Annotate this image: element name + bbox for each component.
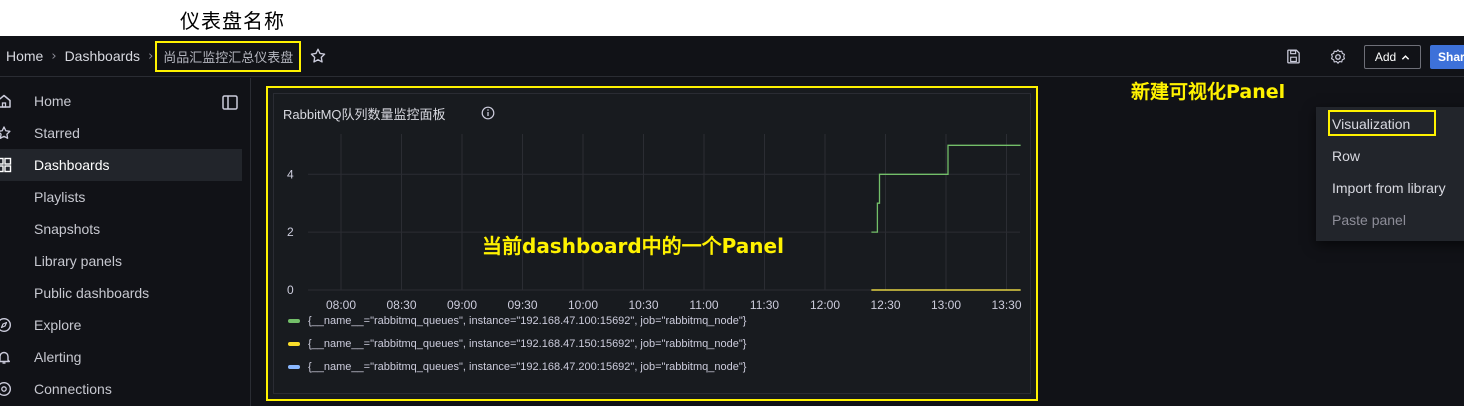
menu-item-visualization[interactable]: Visualization (1328, 110, 1436, 136)
share-button[interactable]: Shar (1430, 45, 1464, 69)
y-tick-label: 0 (287, 283, 294, 297)
sidebar-item-snapshots[interactable]: Snapshots (0, 213, 242, 245)
sidebar-item-library-panels[interactable]: Library panels (0, 245, 242, 277)
x-tick-label: 11:30 (750, 298, 779, 312)
legend-item[interactable]: {__name__="rabbitmq_queues", instance="1… (288, 315, 746, 327)
breadcrumb-home[interactable]: Home (6, 48, 43, 64)
breadcrumb-current-dashboard[interactable]: 尚品汇监控汇总仪表盘 (155, 40, 302, 72)
add-button-label: Add (1374, 50, 1397, 64)
x-tick-label: 10:00 (568, 298, 598, 312)
x-tick-label: 11:00 (689, 298, 718, 312)
star-icon (0, 125, 12, 141)
breadcrumb-separator-icon: › (148, 48, 154, 64)
sidebar-item-label: Alerting (34, 349, 82, 365)
top-navbar: Home › Dashboards › 尚品汇监控汇总仪表盘 Add Shar (0, 36, 1464, 77)
breadcrumb-dashboards[interactable]: Dashboards (65, 48, 141, 64)
legend-swatch (288, 365, 300, 369)
bell-icon (0, 349, 12, 365)
home-icon (0, 93, 12, 109)
sidebar-item-label: Library panels (34, 253, 122, 269)
x-tick-label: 12:30 (870, 298, 900, 312)
connections-icon (0, 381, 12, 397)
sidebar-item-dashboards[interactable]: Dashboards (0, 149, 242, 181)
menu-item-row[interactable]: Row (1332, 148, 1360, 164)
sidebar-item-label: Playlists (34, 189, 86, 205)
legend-label: {__name__="rabbitmq_queues", instance="1… (308, 315, 747, 327)
legend-label: {__name__="rabbitmq_queues", instance="1… (308, 338, 747, 350)
x-tick-label: 08:00 (326, 298, 356, 312)
legend-item[interactable]: {__name__="rabbitmq_queues", instance="1… (288, 361, 746, 373)
x-tick-label: 13:30 (991, 298, 1021, 312)
settings-gear-icon[interactable] (1329, 48, 1347, 66)
sidebar-item-alerting[interactable]: Alerting (0, 341, 242, 373)
panel-annotation: 当前dashboard中的一个Panel (482, 234, 784, 258)
x-tick-label: 09:30 (507, 298, 537, 312)
new-panel-annotation: 新建可视化Panel (1131, 81, 1286, 103)
legend-label: {__name__="rabbitmq_queues", instance="1… (308, 361, 747, 373)
star-dashboard-icon[interactable] (309, 47, 327, 65)
y-tick-label: 4 (287, 167, 294, 181)
sidebar-item-explore[interactable]: Explore (0, 309, 242, 341)
sidebar-item-connections[interactable]: Connections (0, 373, 242, 405)
x-tick-label: 09:00 (447, 298, 477, 312)
chevron-up-icon (1401, 53, 1410, 62)
sidebar-item-public-dashboards[interactable]: Public dashboards (0, 277, 242, 309)
sidebar-nav: Home Starred Dashboards Playlists Snapsh… (0, 78, 251, 406)
add-dropdown-menu: Visualization Row Import from library Pa… (1316, 107, 1464, 241)
timeseries-chart[interactable]: 08:00 08:30 09:00 09:30 10:00 10:30 11:00 11:30… (274, 94, 1032, 324)
sidebar-item-label: Snapshots (34, 221, 101, 237)
add-button[interactable]: Add (1364, 45, 1421, 69)
legend-swatch (288, 319, 300, 323)
legend-swatch (288, 342, 300, 346)
menu-item-paste-panel: Paste panel (1332, 212, 1406, 228)
sidebar-item-label: Connections (34, 381, 112, 397)
x-tick-label: 08:30 (386, 298, 416, 312)
x-tick-label: 13:00 (931, 298, 961, 312)
save-dashboard-icon[interactable] (1285, 48, 1302, 65)
sidebar-item-label: Explore (34, 317, 82, 333)
legend-item[interactable]: {__name__="rabbitmq_queues", instance="1… (288, 338, 746, 350)
compass-icon (0, 317, 12, 333)
sidebar-item-label: Starred (34, 125, 80, 141)
sidebar-item-label: Dashboards (34, 157, 110, 173)
y-tick-label: 2 (287, 225, 294, 239)
x-tick-label: 10:30 (628, 298, 658, 312)
menu-item-label: Visualization (1332, 116, 1411, 132)
grid-icon (0, 157, 12, 173)
sidebar-item-playlists[interactable]: Playlists (0, 181, 242, 213)
sidebar-item-label: Public dashboards (34, 285, 150, 301)
menu-item-import-from-library[interactable]: Import from library (1332, 180, 1446, 196)
x-tick-label: 12:00 (810, 298, 840, 312)
sidebar-item-home[interactable]: Home (0, 85, 242, 117)
breadcrumb-separator-icon: › (51, 48, 57, 64)
sidebar-item-label: Home (34, 93, 72, 109)
dashboard-name-annotation: 仪表盘名称 (180, 9, 285, 33)
sidebar-item-starred[interactable]: Starred (0, 117, 242, 149)
